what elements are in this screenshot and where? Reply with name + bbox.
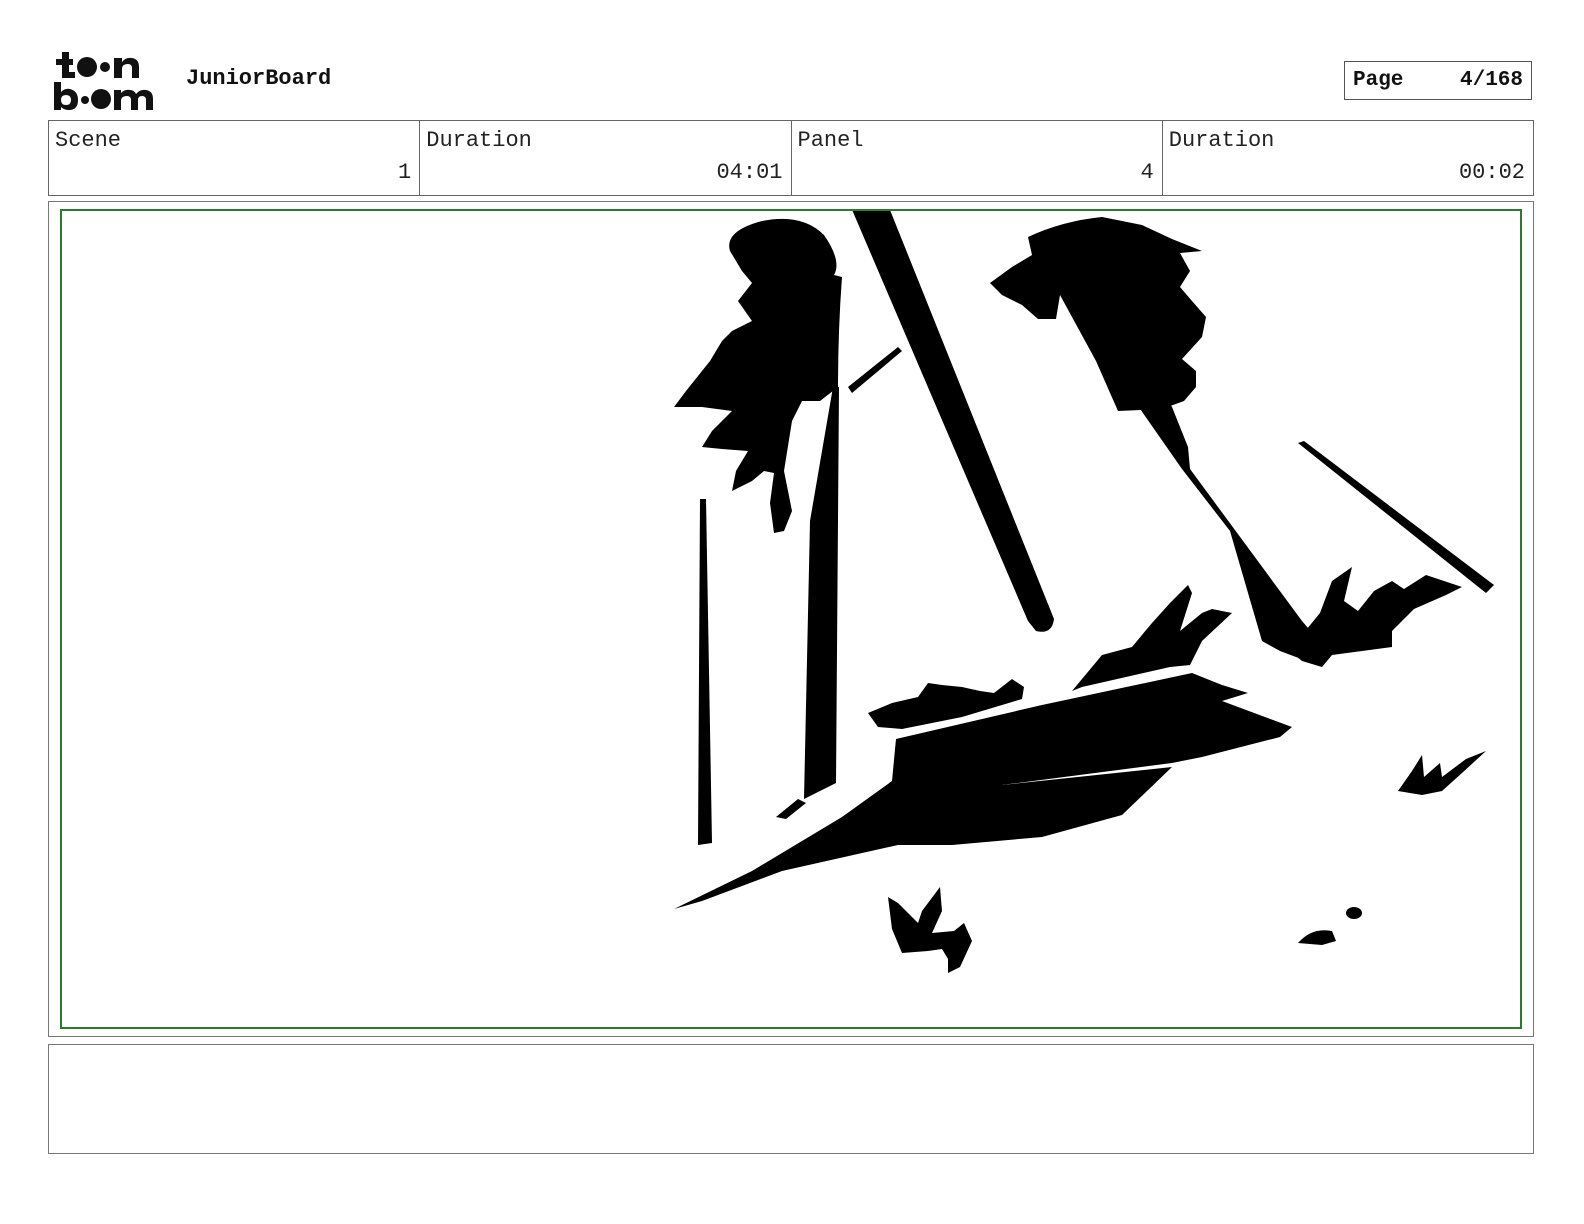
panel-info-row: Scene 1 Duration 04:01 Panel 4 Duration … [48,120,1534,196]
scene-label: Scene [55,128,122,153]
storyboard-panel-frame [48,201,1534,1037]
scene-duration-value: 04:01 [716,160,783,185]
grass-right [1278,567,1462,667]
scene-cell: Scene 1 [49,121,421,195]
scene-duration-cell: Duration 04:01 [420,121,792,195]
toonboom-logo-icon [52,50,164,112]
panel-duration-label: Duration [1168,128,1275,153]
panel-duration-value: 00:02 [1458,160,1525,185]
small-stick [848,347,902,393]
safe-area-frame [60,209,1522,1029]
thin-pole [698,499,712,845]
palm-trunk-right [1062,291,1328,663]
grass-tuft-right [1398,751,1486,795]
panel-cell: Panel 4 [792,121,1163,195]
grass-top [1072,585,1232,691]
small-debris [776,799,806,819]
project-title: JuniorBoard [186,66,332,91]
panel-drawing [674,211,1494,973]
page-indicator: Page 4/168 [1344,61,1532,100]
page-label: Page [1353,69,1404,92]
panel-label: Panel [797,128,864,153]
right-thin-stick [1298,441,1494,593]
panel-duration-cell: Duration 00:02 [1163,121,1533,195]
panel-notes-box [48,1044,1534,1154]
palm-trunk-left [804,387,839,799]
page-number: 4/168 [1459,69,1523,92]
scene-value: 1 [398,160,412,185]
scene-duration-label: Duration [426,128,532,153]
pebble-large [1298,930,1336,945]
grass-tuft-bottom [888,887,972,973]
panel-value: 4 [1140,160,1154,185]
pebble-small [1346,907,1362,919]
